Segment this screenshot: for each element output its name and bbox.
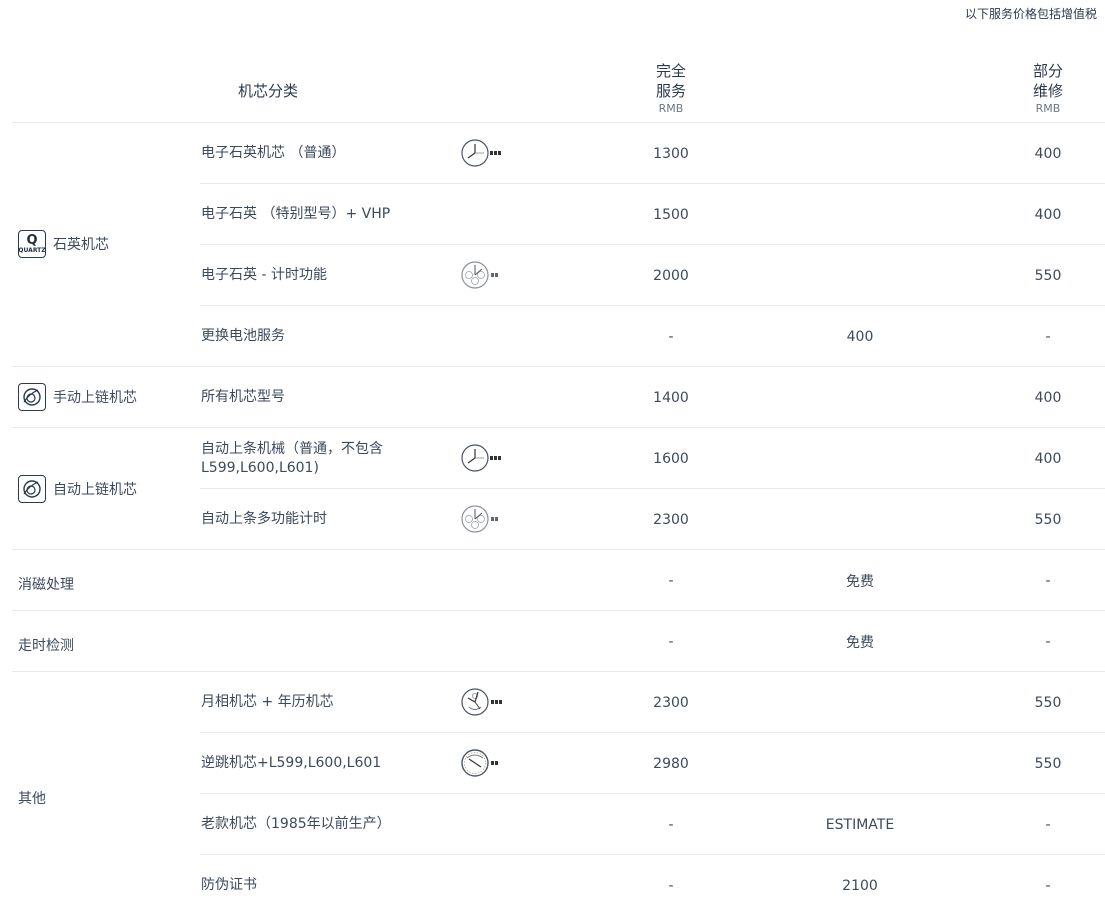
header-full-l1: 完全 xyxy=(655,62,686,80)
row-name: 自动上条多功能计时 xyxy=(201,511,327,527)
partial-repair-price: 550 xyxy=(1034,694,1062,711)
chronograph-watch-icon xyxy=(461,261,498,289)
full-service-price: 2300 xyxy=(653,694,689,711)
partial-repair-price: - xyxy=(1045,328,1051,345)
header-full-unit: RMB xyxy=(658,102,684,115)
price-row: - 免费 - xyxy=(0,550,1105,611)
price-row: 月相机芯 + 年历机芯 2300 550 xyxy=(0,672,1105,733)
full-service-price: 1600 xyxy=(653,450,689,467)
price-row: 老款机芯（1985年以前生产） - ESTIMATE - xyxy=(0,794,1105,855)
moonphase-watch-icon xyxy=(461,688,502,716)
partial-repair-price: - xyxy=(1045,633,1051,650)
flat-price: 免费 xyxy=(846,634,874,651)
flat-price xyxy=(810,184,910,245)
price-row: 自动上条多功能计时 2300 550 xyxy=(0,489,1105,550)
flat-price: 2100 xyxy=(842,877,878,894)
chronograph-watch-icon xyxy=(461,505,498,533)
price-row: 所有机芯型号 1400 400 xyxy=(0,367,1105,428)
full-service-price: - xyxy=(668,572,674,589)
flat-price: 免费 xyxy=(846,573,874,590)
partial-repair-price: 400 xyxy=(1034,450,1062,467)
flat-price xyxy=(810,123,910,184)
partial-repair-price: 400 xyxy=(1034,389,1062,406)
row-name: 电子石英机芯 （普通） xyxy=(201,145,346,161)
price-row: 自动上条机械（普通，不包含L599,L600,L601) 1600 400 xyxy=(0,428,1105,489)
retrograde-watch-icon xyxy=(461,749,498,777)
full-service-price: 2980 xyxy=(653,755,689,772)
full-service-price: 1500 xyxy=(653,206,689,223)
price-row: 电子石英机芯 （普通） 1300 400 xyxy=(0,123,1105,184)
header-full-service: 完全 服务 RMB xyxy=(641,61,701,115)
flat-price xyxy=(810,245,910,306)
partial-repair-price: 550 xyxy=(1034,267,1062,284)
header-part-l2: 维修 xyxy=(1032,82,1063,100)
vat-note: 以下服务价格包括增值税 xyxy=(964,7,1097,21)
header-full-l2: 服务 xyxy=(655,82,686,100)
partial-repair-price: 550 xyxy=(1034,755,1062,772)
partial-repair-price: 550 xyxy=(1034,511,1062,528)
flat-price: ESTIMATE xyxy=(825,816,895,833)
row-name: 电子石英 （特别型号）+ VHP xyxy=(201,206,391,222)
price-row: 更换电池服务 - 400 - xyxy=(0,306,1105,367)
flat-price xyxy=(810,489,910,550)
full-service-price: 2300 xyxy=(653,511,689,528)
flat-price: 400 xyxy=(846,328,874,345)
full-service-price: - xyxy=(668,633,674,650)
full-service-price: - xyxy=(668,877,674,894)
row-name: 逆跳机芯+L599,L600,L601 xyxy=(201,755,382,771)
flat-price xyxy=(810,367,910,428)
price-row: 电子石英 （特别型号）+ VHP 1500 400 xyxy=(0,184,1105,245)
partial-repair-price: - xyxy=(1045,877,1051,894)
row-name: 更换电池服务 xyxy=(201,328,285,344)
header-partial-repair: 部分 维修 RMB xyxy=(1018,61,1078,115)
simple-watch-icon xyxy=(461,444,501,472)
price-row: 防伪证书 - 2100 - xyxy=(0,855,1105,916)
flat-price xyxy=(810,672,910,733)
row-name: 电子石英 - 计时功能 xyxy=(201,267,327,283)
header-part-l1: 部分 xyxy=(1032,62,1063,80)
full-service-price: 1300 xyxy=(653,145,689,162)
price-row: - 免费 - xyxy=(0,611,1105,672)
flat-price xyxy=(810,733,910,794)
row-name: 防伪证书 xyxy=(201,877,257,893)
partial-repair-price: 400 xyxy=(1034,206,1062,223)
header-part-unit: RMB xyxy=(1035,102,1061,115)
full-service-price: - xyxy=(668,328,674,345)
price-row: 逆跳机芯+L599,L600,L601 2980 550 xyxy=(0,733,1105,794)
full-service-price: 2000 xyxy=(653,267,689,284)
header-category: 机芯分类 xyxy=(238,82,299,100)
partial-repair-price: 400 xyxy=(1034,145,1062,162)
row-name: 所有机芯型号 xyxy=(201,389,285,405)
full-service-price: 1400 xyxy=(653,389,689,406)
full-service-price: - xyxy=(668,816,674,833)
simple-watch-icon xyxy=(461,139,501,167)
partial-repair-price: - xyxy=(1045,572,1051,589)
price-row: 电子石英 - 计时功能 2000 550 xyxy=(0,245,1105,306)
row-name: 老款机芯（1985年以前生产） xyxy=(201,816,391,832)
row-name: 月相机芯 + 年历机芯 xyxy=(201,694,334,710)
partial-repair-price: - xyxy=(1045,816,1051,833)
flat-price xyxy=(810,428,910,489)
row-name: 自动上条机械（普通，不包含L599,L600,L601) xyxy=(201,440,383,476)
